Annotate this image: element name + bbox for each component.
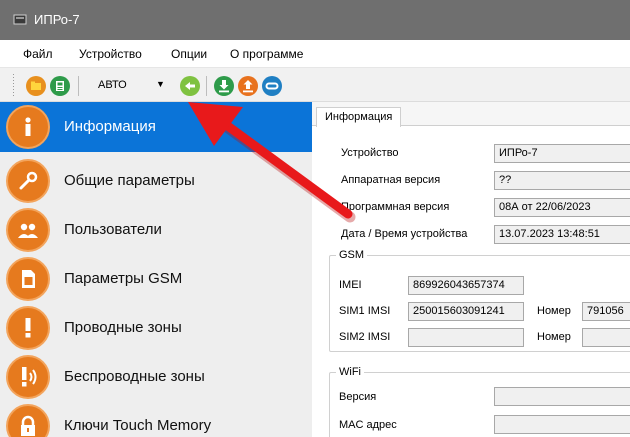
toolbar-separator <box>78 76 79 96</box>
download-button[interactable] <box>214 76 234 96</box>
sidebar-item-general-params[interactable]: Общие параметры <box>0 156 312 206</box>
save-button[interactable] <box>50 76 70 96</box>
sim1-imsi-field: 250015603091241 <box>408 302 524 321</box>
sim-card-icon <box>6 257 50 301</box>
sidebar-item-label: Параметры GSM <box>64 270 183 287</box>
sidebar-item-label: Пользователи <box>64 221 162 238</box>
imei-label: IMEI <box>339 279 362 291</box>
menu-about[interactable]: О программе <box>230 47 303 61</box>
menu-bar: Файл Устройство Опции О программе <box>0 40 630 68</box>
sidebar-item-label: Беспроводные зоны <box>64 368 205 385</box>
toolbar: АВТО ▼ <box>0 68 630 102</box>
open-folder-button[interactable] <box>26 76 46 96</box>
users-icon <box>6 208 50 252</box>
sidebar-item-gsm-params[interactable]: Параметры GSM <box>0 254 312 304</box>
sim2-number-field <box>582 328 630 347</box>
window-title: ИПРо-7 <box>34 12 80 27</box>
chevron-down-icon: ▼ <box>156 79 165 89</box>
mode-select-value: АВТО <box>98 79 127 91</box>
wifi-group-title: WiFi <box>336 366 364 378</box>
sidebar-item-users[interactable]: Пользователи <box>0 205 312 255</box>
sim1-number-label: Номер <box>537 305 571 317</box>
device-label: Устройство <box>341 147 399 159</box>
sim1-imsi-label: SIM1 IMSI <box>339 305 391 317</box>
mac-address-label: MAC адрес <box>339 419 397 431</box>
device-field: ИПРо-7 <box>494 144 630 163</box>
sidebar-item-information[interactable]: Информация <box>0 102 312 152</box>
save-icon <box>56 81 64 91</box>
lock-icon <box>6 404 50 437</box>
sidebar: Информация Общие параметры Пользователи … <box>0 102 312 437</box>
sidebar-item-label: Общие параметры <box>64 172 195 189</box>
gsm-group-title: GSM <box>336 249 368 261</box>
sidebar-item-label: Ключи Touch Memory <box>64 417 212 434</box>
wireless-exclamation-icon <box>6 355 50 399</box>
hardware-version-field: ?? <box>494 171 630 190</box>
sidebar-item-label: Проводные зоны <box>64 319 182 336</box>
sidebar-item-touch-memory-keys[interactable]: Ключи Touch Memory <box>0 401 312 437</box>
title-bar: ИПРо-7 <box>0 0 630 40</box>
sync-arrows-icon <box>185 82 195 90</box>
device-datetime-label: Дата / Время устройства <box>341 228 468 240</box>
firmware-version-label: Программная версия <box>341 201 450 213</box>
menu-file[interactable]: Файл <box>23 47 53 61</box>
tab-information[interactable]: Информация <box>316 107 402 127</box>
imei-field: 869926043657374 <box>408 276 524 295</box>
tab-strip: Информация <box>312 102 630 127</box>
device-datetime-field: 13.07.2023 13:48:51 <box>494 225 630 244</box>
sim1-number-field: 791056 <box>582 302 630 321</box>
upload-icon <box>243 80 253 93</box>
connect-button[interactable] <box>262 76 282 96</box>
link-icon <box>265 82 279 90</box>
info-icon <box>6 105 50 149</box>
download-icon <box>219 80 229 93</box>
toolbar-separator-2 <box>206 76 207 96</box>
mac-address-field <box>494 415 630 434</box>
sidebar-item-label: Информация <box>64 118 156 135</box>
mode-select[interactable]: АВТО ▼ <box>90 77 176 95</box>
firmware-version-field: 08А от 22/06/2023 <box>494 198 630 217</box>
wrench-icon <box>6 159 50 203</box>
hardware-version-label: Аппаратная версия <box>341 174 441 186</box>
refresh-button[interactable] <box>180 76 200 96</box>
sim2-imsi-field <box>408 328 524 347</box>
wifi-version-label: Версия <box>339 391 377 403</box>
exclamation-icon <box>6 306 50 350</box>
info-panel: Информация Устройство ИПРо-7 Аппаратная … <box>312 102 630 437</box>
folder-icon <box>31 81 41 90</box>
menu-device[interactable]: Устройство <box>79 47 142 61</box>
sim2-number-label: Номер <box>537 331 571 343</box>
sidebar-item-wired-zones[interactable]: Проводные зоны <box>0 303 312 353</box>
menu-options[interactable]: Опции <box>171 47 207 61</box>
app-icon <box>13 14 27 25</box>
upload-button[interactable] <box>238 76 258 96</box>
sidebar-item-wireless-zones[interactable]: Беспроводные зоны <box>0 352 312 402</box>
wifi-version-field <box>494 387 630 406</box>
toolbar-grip <box>13 74 14 96</box>
sim2-imsi-label: SIM2 IMSI <box>339 331 391 343</box>
